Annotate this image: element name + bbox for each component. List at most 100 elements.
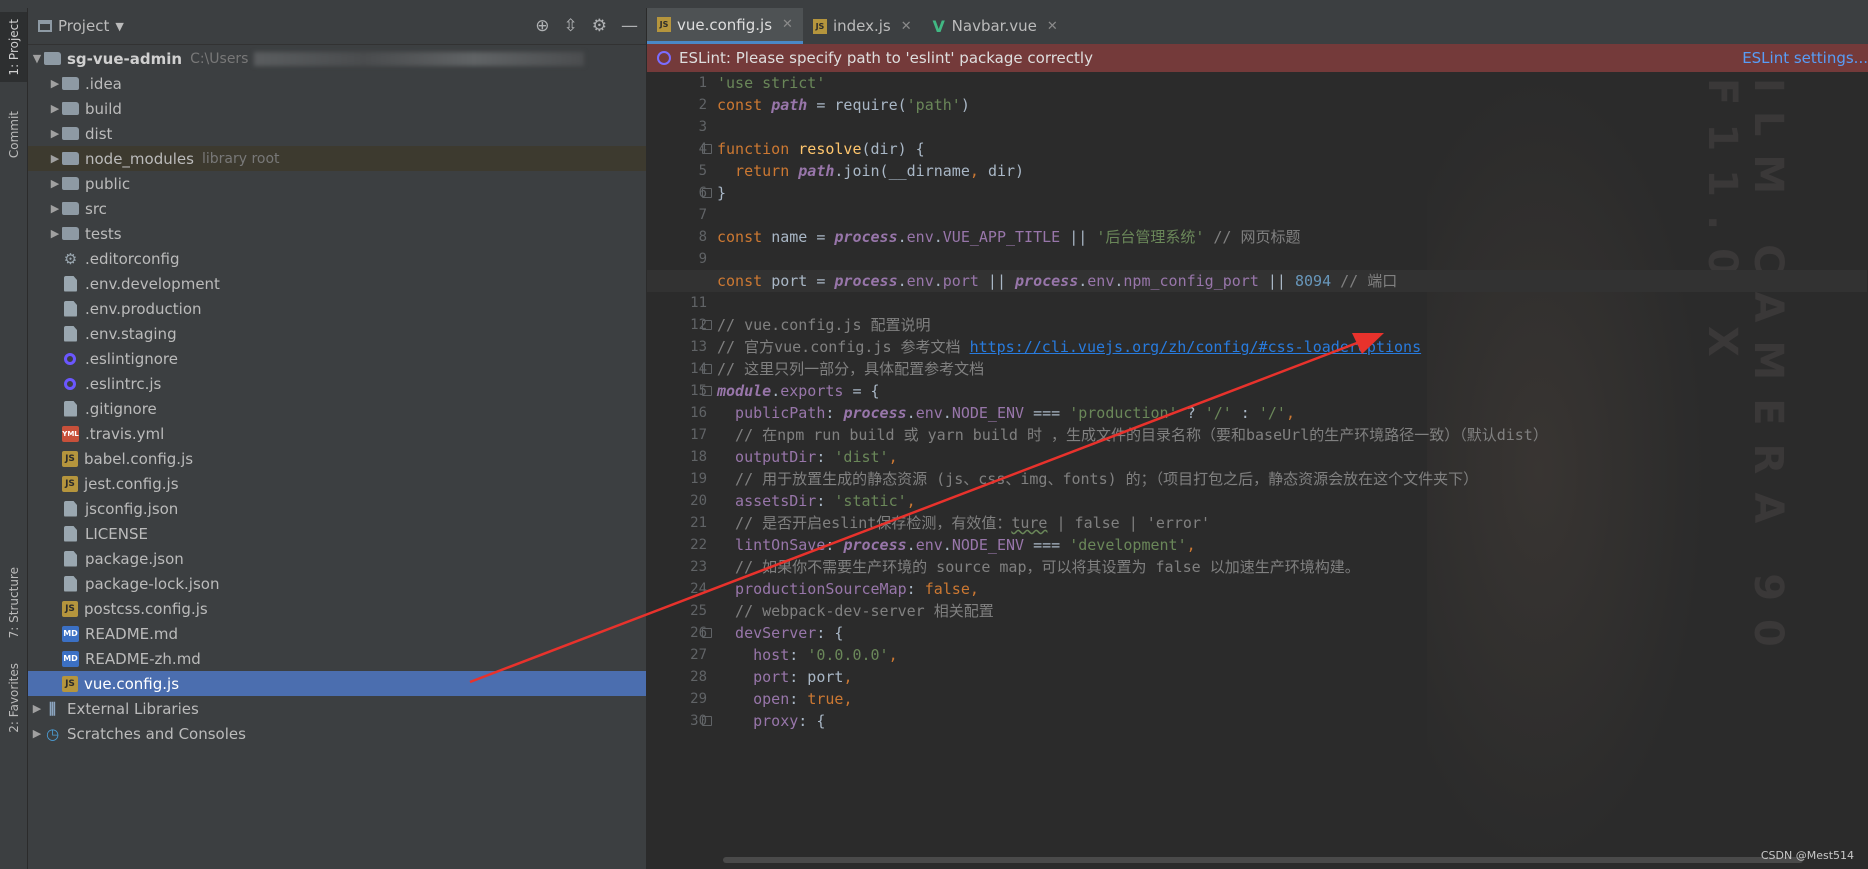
fold-marker-icon[interactable] bbox=[702, 320, 712, 330]
tree-item[interactable]: jsconfig.json bbox=[28, 496, 646, 521]
tree-item[interactable]: JS babel.config.js bbox=[28, 446, 646, 471]
tree-item[interactable]: JS jest.config.js bbox=[28, 471, 646, 496]
eslint-settings-link[interactable]: ESLint settings... bbox=[1742, 49, 1868, 67]
code-area[interactable]: ILM CAMERA 90 F11.0 X 123456789101112131… bbox=[647, 72, 1868, 869]
project-tool-tab[interactable]: 1: Project bbox=[0, 12, 27, 82]
line-number: 25 bbox=[690, 603, 707, 619]
fold-marker-icon[interactable] bbox=[702, 364, 712, 374]
tree-item-label: .travis.yml bbox=[85, 424, 165, 443]
tab-index-js[interactable]: JS index.js ✕ bbox=[803, 8, 922, 44]
close-icon[interactable]: ✕ bbox=[782, 17, 793, 32]
tree-item-label: .editorconfig bbox=[85, 249, 180, 268]
tree-item-label: README.md bbox=[85, 624, 179, 643]
collapsed-arrow-icon[interactable]: ▶ bbox=[48, 177, 62, 190]
collapsed-arrow-icon[interactable]: ▶ bbox=[48, 227, 62, 240]
collapsed-arrow-icon[interactable]: ▶ bbox=[30, 727, 44, 740]
structure-tool-tab[interactable]: 7: Structure bbox=[0, 558, 27, 648]
tree-item[interactable]: .eslintrc.js bbox=[28, 371, 646, 396]
library-icon: ⫼ bbox=[49, 699, 56, 718]
tree-item[interactable]: LICENSE bbox=[28, 521, 646, 546]
locate-icon[interactable]: ⊕ bbox=[535, 16, 549, 36]
close-icon[interactable]: ✕ bbox=[1047, 19, 1058, 34]
tree-item[interactable]: ⚙ .editorconfig bbox=[28, 246, 646, 271]
root-path: C:\Users bbox=[190, 50, 249, 67]
code-line-10-current: const port = process.env.port || process… bbox=[647, 270, 1867, 292]
project-view-selector[interactable]: Project ▼ bbox=[38, 17, 124, 35]
code-line-12: // vue.config.js 配置说明 bbox=[702, 314, 1867, 336]
js-file-icon: JS bbox=[62, 675, 78, 692]
code-line-29: open: true, bbox=[717, 690, 853, 708]
docs-link[interactable]: https://cli.vuejs.org/zh/config/#css-loa… bbox=[970, 338, 1422, 356]
tree-item[interactable]: ▶ build bbox=[28, 96, 646, 121]
collapsed-arrow-icon[interactable]: ▶ bbox=[48, 102, 62, 115]
tree-item[interactable]: MD README-zh.md bbox=[28, 646, 646, 671]
close-icon[interactable]: ✕ bbox=[901, 19, 912, 34]
tree-item[interactable]: .eslintignore bbox=[28, 346, 646, 371]
code-line-14: // 这里只列一部分，具体配置参考文档 bbox=[702, 358, 1867, 380]
collapsed-arrow-icon[interactable]: ▶ bbox=[48, 202, 62, 215]
expanded-arrow-icon[interactable]: ▼ bbox=[30, 52, 44, 65]
tree-item[interactable]: ▶ tests bbox=[28, 221, 646, 246]
file-icon bbox=[64, 525, 77, 542]
tree-item[interactable]: JS postcss.config.js bbox=[28, 596, 646, 621]
tab-label: index.js bbox=[832, 17, 891, 35]
eslint-icon bbox=[64, 377, 76, 390]
tree-item[interactable]: ▶ src bbox=[28, 196, 646, 221]
code-line-18: outputDir: 'dist', bbox=[717, 448, 898, 466]
tool-window-strip: 1: Project Commit 7: Structure 2: Favori… bbox=[0, 8, 28, 869]
json-file-icon bbox=[64, 500, 77, 517]
tab-vue-config[interactable]: JS vue.config.js ✕ bbox=[647, 8, 803, 44]
tree-item-label: jsconfig.json bbox=[85, 499, 179, 518]
scratches-and-consoles[interactable]: ▶ ◷ Scratches and Consoles bbox=[28, 721, 646, 746]
tree-item-label: dist bbox=[85, 124, 113, 143]
collapsed-arrow-icon[interactable]: ▶ bbox=[48, 152, 62, 165]
code-line-26: devServer: { bbox=[702, 622, 1867, 644]
tree-item[interactable]: JS vue.config.js bbox=[28, 671, 646, 696]
fold-marker-icon[interactable] bbox=[702, 716, 712, 726]
fold-marker-icon[interactable] bbox=[702, 188, 712, 198]
tree-item[interactable]: ▶ .idea bbox=[28, 71, 646, 96]
tree-item[interactable]: .env.staging bbox=[28, 321, 646, 346]
js-file-icon: JS bbox=[812, 18, 827, 34]
code-line-27: host: '0.0.0.0', bbox=[717, 646, 898, 664]
tree-item[interactable]: package-lock.json bbox=[28, 571, 646, 596]
code-line-8: const name = process.env.VUE_APP_TITLE |… bbox=[717, 228, 1301, 246]
tree-item[interactable]: .gitignore bbox=[28, 396, 646, 421]
tree-item[interactable]: .env.production bbox=[28, 296, 646, 321]
tree-item-label: package.json bbox=[85, 549, 184, 568]
tree-item[interactable]: ▶ public bbox=[28, 171, 646, 196]
tree-item-label: README-zh.md bbox=[85, 649, 201, 668]
tree-item-label: node_modules bbox=[85, 149, 194, 168]
horizontal-scrollbar[interactable] bbox=[723, 857, 1803, 863]
code-line-2: const path = require('path') bbox=[717, 96, 970, 114]
tree-item-label: babel.config.js bbox=[84, 449, 194, 468]
gear-icon[interactable]: ⚙ bbox=[592, 16, 607, 36]
tree-item[interactable]: ▶ dist bbox=[28, 121, 646, 146]
commit-tool-tab[interactable]: Commit bbox=[0, 100, 27, 170]
favorites-tool-tab[interactable]: 2: Favorites bbox=[0, 658, 27, 738]
external-libraries[interactable]: ▶ ⫼ External Libraries bbox=[28, 696, 646, 721]
vue-file-icon: V bbox=[932, 16, 945, 36]
collapsed-arrow-icon[interactable]: ▶ bbox=[48, 77, 62, 90]
project-panel: Project ▼ ⊕ ⇳ ⚙ — ▼ sg-vue-admin C:\User… bbox=[28, 8, 647, 869]
tree-item-label: jest.config.js bbox=[84, 474, 179, 493]
tab-navbar-vue[interactable]: V Navbar.vue ✕ bbox=[922, 8, 1068, 44]
fold-marker-icon[interactable] bbox=[702, 386, 712, 396]
collapse-all-icon[interactable]: ⇳ bbox=[564, 16, 578, 36]
code-lines[interactable]: 'use strict' const path = require('path'… bbox=[647, 72, 1867, 732]
tree-item[interactable]: YML .travis.yml bbox=[28, 421, 646, 446]
collapsed-arrow-icon[interactable]: ▶ bbox=[48, 127, 62, 140]
fold-marker-icon[interactable] bbox=[702, 144, 712, 154]
fold-marker-icon[interactable] bbox=[702, 628, 712, 638]
collapsed-arrow-icon[interactable]: ▶ bbox=[30, 702, 44, 715]
tree-item[interactable]: .env.development bbox=[28, 271, 646, 296]
tree-item[interactable]: package.json bbox=[28, 546, 646, 571]
line-number: 12 bbox=[690, 317, 707, 333]
line-number: 24 bbox=[690, 581, 707, 597]
tree-item[interactable]: MD README.md bbox=[28, 621, 646, 646]
tree-root[interactable]: ▼ sg-vue-admin C:\Users bbox=[28, 46, 646, 71]
hide-panel-icon[interactable]: — bbox=[621, 16, 638, 36]
tree-item[interactable]: ▶ node_modules library root bbox=[28, 146, 646, 171]
